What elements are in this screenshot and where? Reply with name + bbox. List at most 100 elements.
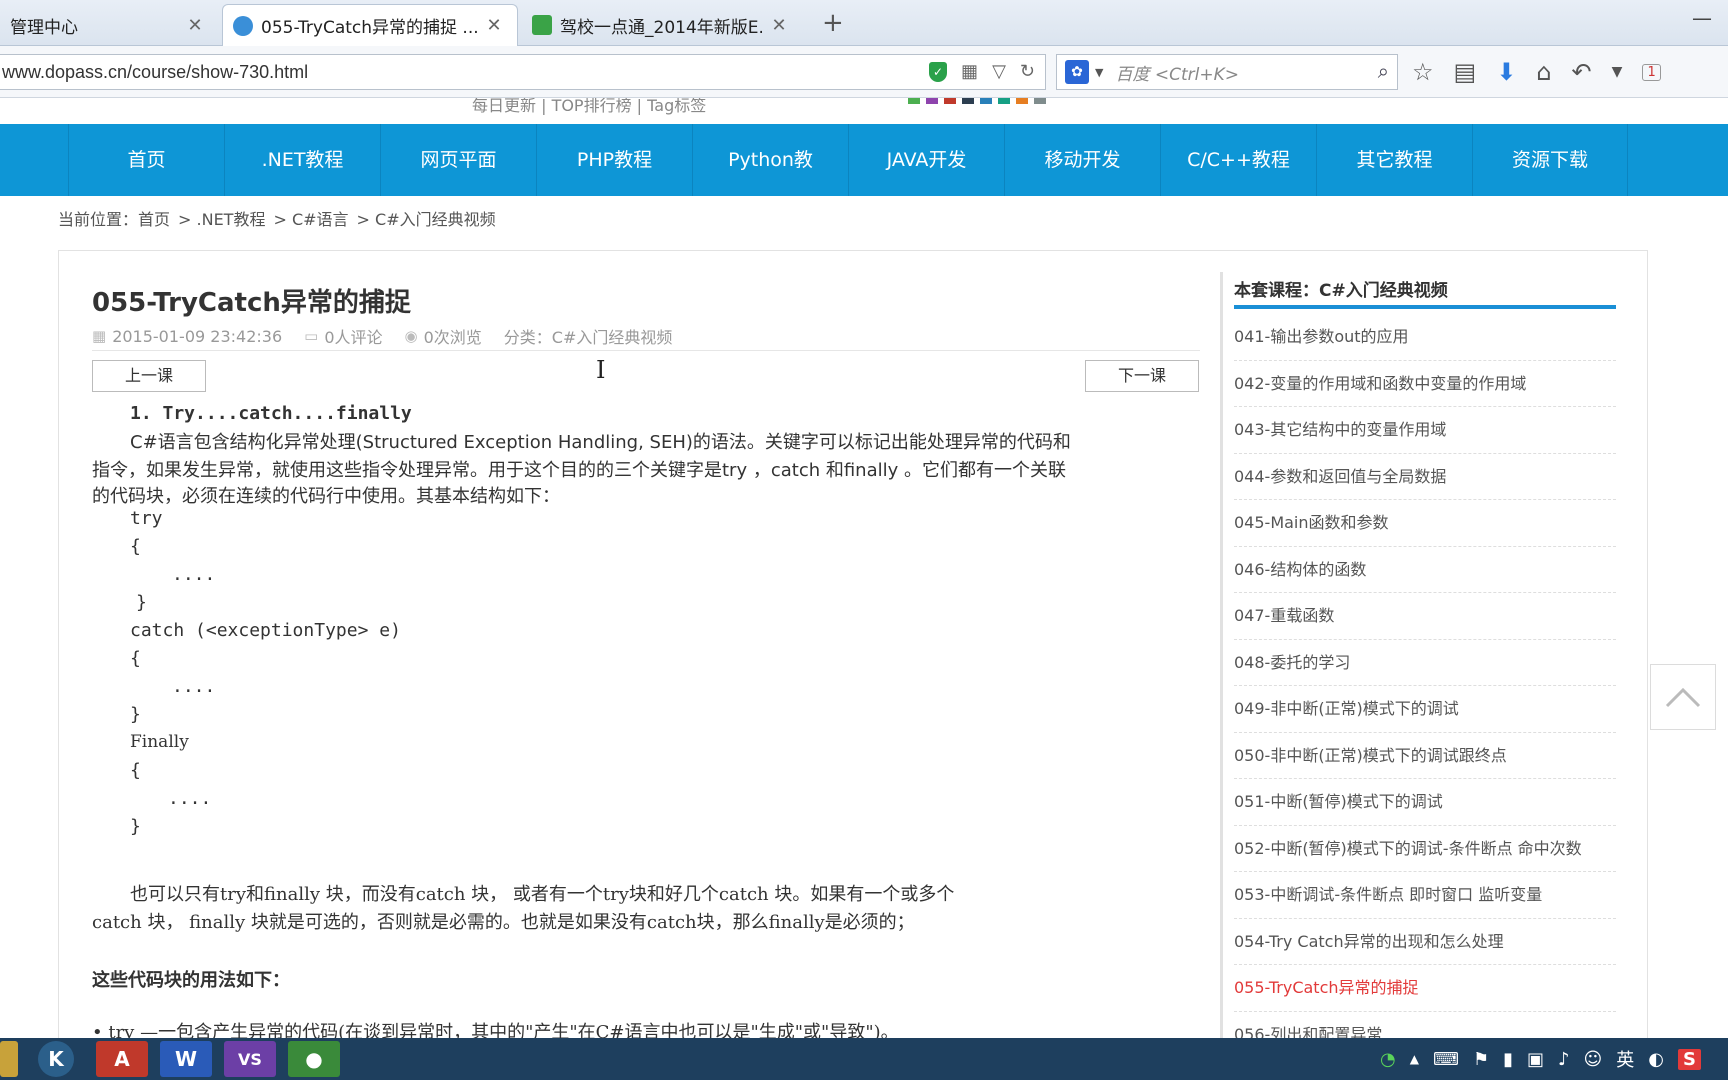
nav-home[interactable]: 首页 xyxy=(68,124,224,196)
dropdown-icon[interactable]: ▽ xyxy=(992,61,1006,82)
paragraph-line: C#语言包含结构化异常处理(Structured Exception Handl… xyxy=(130,432,1071,453)
article-meta: ▦ 2015-01-09 23:42:36 ▭ 0人评论 ◉ 0次浏览 分类：C#入门… xyxy=(92,324,672,348)
undo-icon[interactable]: ↶ xyxy=(1572,58,1592,86)
prev-lesson-button[interactable]: 上一课 xyxy=(92,360,206,392)
breadcrumb-home[interactable]: 当前位置：首页 xyxy=(58,206,170,230)
nav-cpp[interactable]: C/C++教程 xyxy=(1160,124,1316,196)
code-line: { xyxy=(130,760,141,781)
lesson-item[interactable]: 043-其它结构中的变量作用域 xyxy=(1234,407,1616,454)
baidu-paw-icon[interactable]: ✿ xyxy=(1065,60,1089,84)
lesson-item[interactable]: 047-重载函数 xyxy=(1234,593,1616,640)
color-swatch[interactable] xyxy=(1034,98,1046,104)
lesson-item[interactable]: 041-输出参数out的应用 xyxy=(1234,314,1616,361)
color-swatch[interactable] xyxy=(998,98,1010,104)
start-button[interactable] xyxy=(0,1041,18,1077)
lesson-item[interactable]: 050-非中断(正常)模式下的调试跟终点 xyxy=(1234,733,1616,779)
article-views: 0次浏览 xyxy=(423,328,482,347)
flag-icon[interactable]: ⚑ xyxy=(1473,1049,1489,1070)
breadcrumb-item[interactable]: > .NET教程 xyxy=(178,206,265,230)
pdf-app-icon[interactable]: A xyxy=(96,1041,148,1077)
lesson-item[interactable]: 042-变量的作用域和函数中变量的作用域 xyxy=(1234,361,1616,407)
chevron-up-icon[interactable]: ▲ xyxy=(1410,1052,1419,1066)
article-date: 2015-01-09 23:42:36 xyxy=(112,326,283,346)
user-icon[interactable]: ☺ xyxy=(1584,1049,1603,1070)
lesson-item[interactable]: 045-Main函数和参数 xyxy=(1234,500,1616,547)
top-links-strip: 每日更新 | TOP排行榜 | Tag标签 xyxy=(0,98,1728,124)
lesson-list: 041-输出参数out的应用 042-变量的作用域和函数中变量的作用域 043-… xyxy=(1234,314,1616,1058)
close-icon[interactable]: ✕ xyxy=(770,15,788,36)
color-swatch[interactable] xyxy=(962,98,974,104)
paragraph-line: catch 块， finally 块就是可选的，否则就是必需的。也就是如果没有c… xyxy=(92,912,915,933)
chevron-down-icon[interactable]: ▼ xyxy=(1612,64,1623,80)
download-icon[interactable]: ⬇ xyxy=(1496,58,1516,86)
nav-java[interactable]: JAVA开发 xyxy=(848,124,1004,196)
nav-php[interactable]: PHP教程 xyxy=(536,124,692,196)
search-box[interactable]: ✿ ▼ 百度 <Ctrl+K> ⌕ xyxy=(1056,54,1398,90)
code-line: } xyxy=(136,592,147,613)
code-line: catch (<exceptionType> e) xyxy=(130,620,401,641)
lesson-item[interactable]: 044-参数和返回值与全局数据 xyxy=(1234,454,1616,500)
ime-indicator[interactable]: 英 xyxy=(1616,1046,1634,1072)
lesson-item[interactable]: 053-中断调试-条件断点 即时窗口 监听变量 xyxy=(1234,872,1616,919)
next-lesson-button[interactable]: 下一课 xyxy=(1085,360,1199,392)
back-to-top-button[interactable] xyxy=(1650,664,1716,730)
code-line: } xyxy=(130,816,141,837)
lesson-item[interactable]: 048-委托的学习 xyxy=(1234,640,1616,686)
nav-other[interactable]: 其它教程 xyxy=(1316,124,1472,196)
refresh-icon[interactable]: ↻ xyxy=(1020,61,1035,82)
url-field[interactable]: www.dopass.cn/course/show-730.html ✓ ▦ ▽… xyxy=(0,54,1046,90)
close-icon[interactable]: ✕ xyxy=(485,15,503,36)
code-line: { xyxy=(130,536,141,557)
wifi-icon[interactable]: ◔ xyxy=(1380,1049,1396,1070)
word-app-icon[interactable]: W xyxy=(160,1041,212,1077)
recorder-app-icon[interactable]: ● xyxy=(288,1041,340,1077)
search-icon[interactable]: ⌕ xyxy=(1378,59,1389,83)
article-category[interactable]: 分类：C#入门经典视频 xyxy=(504,324,673,348)
new-tab-button[interactable]: + xyxy=(822,8,844,38)
tab-driving-school[interactable]: 驾校一点通_2014年新版E... ✕ xyxy=(522,4,802,46)
sidebar-accent-bar xyxy=(1234,305,1616,309)
notification-badge[interactable]: 1 xyxy=(1642,63,1661,81)
star-icon[interactable]: ☆ xyxy=(1412,58,1434,86)
minimize-icon[interactable]: — xyxy=(1692,6,1712,30)
k-app-icon[interactable]: K xyxy=(38,1041,74,1077)
close-icon[interactable]: ✕ xyxy=(186,15,204,36)
battery-icon[interactable]: ▮ xyxy=(1503,1049,1513,1070)
nav-dotnet[interactable]: .NET教程 xyxy=(224,124,380,196)
tab-title: 驾校一点通_2014年新版E... xyxy=(560,17,762,38)
nav-web-design[interactable]: 网页平面 xyxy=(380,124,536,196)
breadcrumb-item[interactable]: > C#语言 xyxy=(273,206,348,230)
lesson-item[interactable]: 052-中断(暂停)模式下的调试-条件断点 命中次数 xyxy=(1234,826,1616,872)
tab-management[interactable]: 管理中心 ✕ xyxy=(0,4,218,46)
keyboard-icon[interactable]: ⌨ xyxy=(1433,1049,1459,1070)
lesson-item[interactable]: 054-Try Catch异常的出现和怎么处理 xyxy=(1234,919,1616,965)
color-swatch[interactable] xyxy=(944,98,956,104)
ime-mode-icon[interactable]: ◐ xyxy=(1648,1049,1664,1070)
nav-downloads[interactable]: 资源下载 xyxy=(1472,124,1628,196)
lesson-item[interactable]: 051-中断(暂停)模式下的调试 xyxy=(1234,779,1616,826)
visual-studio-icon[interactable]: VS xyxy=(224,1041,276,1077)
lesson-item[interactable]: 046-结构体的函数 xyxy=(1234,547,1616,593)
lesson-item[interactable]: 049-非中断(正常)模式下的调试 xyxy=(1234,686,1616,733)
chevron-down-icon[interactable]: ▼ xyxy=(1095,66,1103,79)
code-line: .... xyxy=(172,564,216,585)
volume-icon[interactable]: ♪ xyxy=(1558,1049,1570,1070)
article-comments[interactable]: 0人评论 xyxy=(324,324,382,348)
color-swatch[interactable] xyxy=(926,98,938,104)
color-swatch[interactable] xyxy=(1016,98,1028,104)
breadcrumb-item[interactable]: > C#入门经典视频 xyxy=(357,206,496,230)
security-shield-icon[interactable]: ✓ xyxy=(929,61,948,82)
reader-icon[interactable]: ▤ xyxy=(1454,58,1477,86)
network-icon[interactable]: ▣ xyxy=(1527,1049,1544,1070)
home-icon[interactable]: ⌂ xyxy=(1536,58,1551,86)
tab-current[interactable]: 055-TryCatch异常的捕捉 ... ✕ xyxy=(222,4,518,46)
text-cursor-icon: I xyxy=(596,356,606,384)
color-swatch[interactable] xyxy=(908,98,920,104)
color-swatch[interactable] xyxy=(980,98,992,104)
nav-mobile[interactable]: 移动开发 xyxy=(1004,124,1160,196)
sogou-icon[interactable]: S xyxy=(1677,1048,1701,1070)
nav-python[interactable]: Python教 xyxy=(692,124,848,196)
section-heading: 1. Try....catch....finally xyxy=(130,403,412,424)
lesson-item-current[interactable]: 055-TryCatch异常的捕捉 xyxy=(1234,965,1616,1012)
qr-code-icon[interactable]: ▦ xyxy=(961,61,978,82)
